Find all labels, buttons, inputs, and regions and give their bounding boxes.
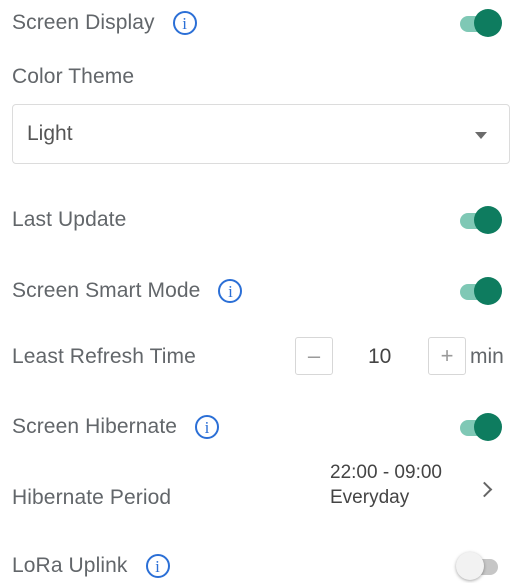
- dropdown-caret-icon: [475, 132, 487, 139]
- last-update-row: Last Update: [12, 203, 512, 237]
- color-theme-label: Color Theme: [12, 65, 135, 88]
- screen-display-toggle[interactable]: [456, 8, 502, 38]
- screen-smart-mode-label: Screen Smart Mode: [12, 279, 201, 302]
- color-theme-row: Color Theme: [12, 60, 512, 94]
- decrement-button[interactable]: –: [295, 337, 333, 375]
- hibernate-period-label: Hibernate Period: [12, 486, 172, 509]
- screen-smart-mode-row: Screen Smart Mode i: [12, 274, 512, 308]
- lora-uplink-row: LoRa Uplink i: [12, 549, 512, 583]
- screen-hibernate-toggle[interactable]: [456, 412, 502, 442]
- info-icon[interactable]: i: [172, 11, 197, 35]
- increment-button[interactable]: +: [428, 337, 466, 375]
- lora-uplink-toggle[interactable]: [456, 551, 500, 581]
- hibernate-period-time: 22:00 - 09:00: [330, 462, 442, 483]
- least-refresh-time-label: Least Refresh Time: [12, 345, 196, 368]
- last-update-toggle[interactable]: [456, 205, 502, 235]
- color-theme-value: Light: [27, 122, 73, 145]
- info-icon[interactable]: i: [195, 415, 220, 439]
- refresh-time-unit: min: [470, 345, 504, 368]
- lora-uplink-label: LoRa Uplink: [12, 554, 128, 577]
- screen-hibernate-label: Screen Hibernate: [12, 415, 178, 438]
- info-icon[interactable]: i: [145, 554, 170, 578]
- hibernate-period-value[interactable]: 22:00 - 09:00 Everyday: [330, 460, 442, 510]
- color-theme-select[interactable]: Light: [12, 104, 510, 164]
- hibernate-period-repeat: Everyday: [330, 487, 410, 508]
- screen-smart-mode-toggle[interactable]: [456, 276, 502, 306]
- refresh-time-value[interactable]: 10: [368, 345, 391, 369]
- last-update-label: Last Update: [12, 208, 127, 231]
- screen-display-row: Screen Display i: [12, 6, 512, 40]
- screen-display-label: Screen Display: [12, 11, 155, 34]
- info-icon[interactable]: i: [218, 279, 243, 303]
- screen-hibernate-row: Screen Hibernate i: [12, 410, 512, 444]
